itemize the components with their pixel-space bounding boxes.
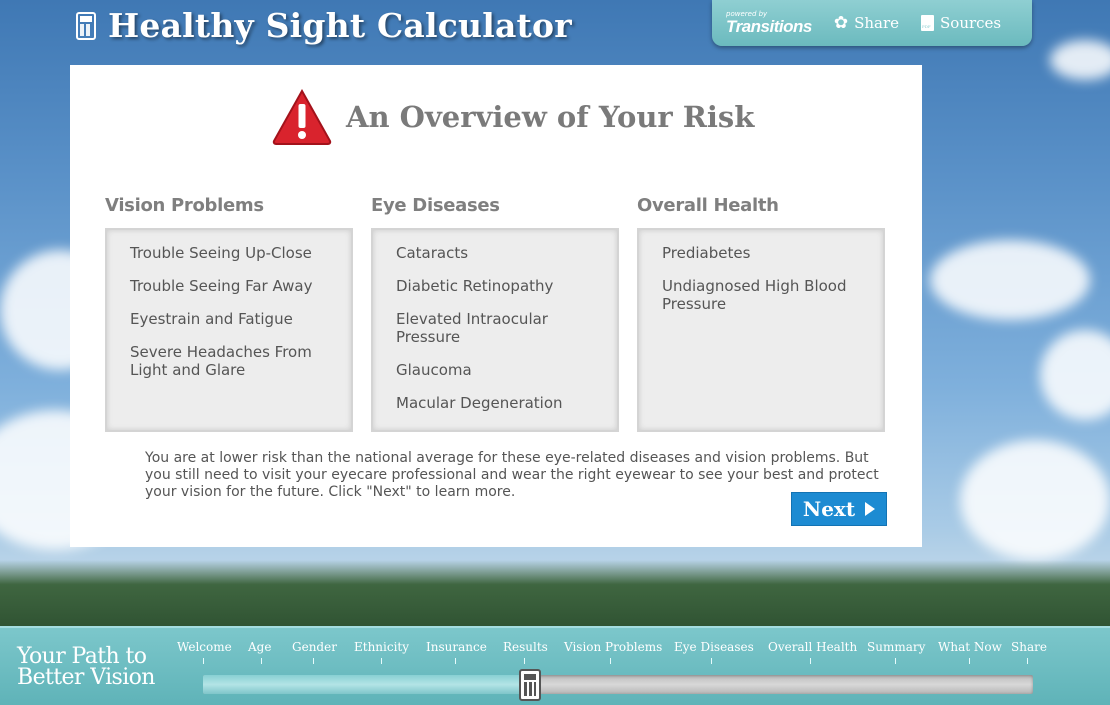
progress-track[interactable]	[203, 669, 1033, 701]
brand-logo[interactable]: powered by Transitions	[726, 11, 812, 36]
column-title: Eye Diseases	[371, 195, 500, 216]
share-label: Share	[854, 14, 900, 32]
tree-line	[0, 560, 1110, 630]
step-vision-problems[interactable]: Vision Problems	[564, 640, 662, 654]
cloud	[1050, 40, 1110, 80]
list-item: Diabetic Retinopathy	[396, 277, 554, 295]
step-age[interactable]: Age	[248, 640, 271, 654]
step-tick	[455, 658, 456, 664]
flower-share-icon: ✿	[833, 13, 849, 33]
path-title: Your Path to Better Vision	[17, 644, 155, 690]
page-title: An Overview of Your Risk	[346, 100, 755, 134]
step-nav: Welcome Age Gender Ethnicity Insurance R…	[170, 640, 1070, 666]
step-share[interactable]: Share	[1011, 640, 1047, 654]
step-ethnicity[interactable]: Ethnicity	[354, 640, 409, 654]
list-item: Prediabetes	[662, 244, 751, 262]
overall-health-column: Overall Health Prediabetes Undiagnosed H…	[637, 195, 885, 432]
step-tick	[261, 658, 262, 664]
step-insurance[interactable]: Insurance	[426, 640, 487, 654]
sources-button[interactable]: Sources	[921, 14, 1001, 32]
list-item: Macular Degeneration	[396, 394, 563, 412]
brand-name: Transitions	[726, 17, 812, 36]
eye-diseases-column: Eye Diseases Cataracts Diabetic Retinopa…	[371, 195, 619, 432]
next-label: Next	[802, 497, 856, 521]
list-item: Severe Headaches From Light and Glare	[130, 343, 312, 379]
step-tick	[381, 658, 382, 664]
share-button[interactable]: ✿ Share	[834, 13, 899, 33]
progress-fill	[203, 675, 527, 694]
top-toolbar: powered by Transitions ✿ Share Sources	[712, 0, 1032, 46]
step-overall-health[interactable]: Overall Health	[768, 640, 857, 654]
column-title: Vision Problems	[105, 195, 264, 216]
cloud	[960, 440, 1110, 560]
step-eye-diseases[interactable]: Eye Diseases	[674, 640, 754, 654]
step-tick	[969, 658, 970, 664]
arrow-right-icon	[865, 502, 876, 516]
path-title-line1: Your Path to	[17, 644, 147, 669]
list-item: Eyestrain and Fatigue	[130, 310, 293, 328]
step-tick	[524, 658, 525, 664]
list-item: Glaucoma	[396, 361, 472, 379]
column-title: Overall Health	[637, 195, 779, 216]
risk-list: Cataracts Diabetic Retinopathy Elevated …	[371, 228, 619, 432]
calculator-slider-handle[interactable]	[518, 669, 541, 701]
calculator-icon	[76, 11, 96, 40]
step-what-now[interactable]: What Now	[938, 640, 1002, 654]
pdf-document-icon	[921, 15, 935, 31]
risk-summary-text: You are at lower risk than the national …	[145, 450, 879, 500]
risk-overview-panel: An Overview of Your Risk Vision Problems…	[70, 65, 922, 547]
list-item: Cataracts	[396, 244, 469, 262]
cloud	[930, 240, 1090, 320]
step-tick	[711, 658, 712, 664]
progress-footer: Your Path to Better Vision Welcome Age G…	[0, 626, 1110, 705]
risk-list: Prediabetes Undiagnosed High Blood Press…	[637, 228, 885, 432]
list-item: Undiagnosed High Blood Pressure	[662, 277, 847, 313]
list-item: Trouble Seeing Far Away	[130, 277, 313, 295]
path-title-line2: Better Vision	[17, 665, 155, 690]
step-tick	[1027, 658, 1028, 664]
step-tick	[895, 658, 896, 664]
list-item: Elevated Intraocular Pressure	[396, 310, 548, 346]
step-tick	[313, 658, 314, 664]
risk-list: Trouble Seeing Up-Close Trouble Seeing F…	[105, 228, 353, 432]
app-header: Healthy Sight Calculator	[76, 6, 572, 45]
step-tick	[203, 658, 204, 664]
cloud	[1040, 330, 1110, 420]
step-tick	[810, 658, 811, 664]
sources-label: Sources	[940, 14, 1002, 32]
step-results[interactable]: Results	[503, 640, 548, 654]
step-welcome[interactable]: Welcome	[177, 640, 232, 654]
panel-heading: An Overview of Your Risk	[272, 89, 754, 145]
step-tick	[610, 658, 611, 664]
app-title: Healthy Sight Calculator	[108, 6, 572, 45]
step-summary[interactable]: Summary	[867, 640, 925, 654]
warning-icon	[272, 89, 332, 145]
next-button[interactable]: Next	[791, 492, 887, 526]
list-item: Trouble Seeing Up-Close	[130, 244, 312, 262]
vision-problems-column: Vision Problems Trouble Seeing Up-Close …	[105, 195, 353, 432]
step-gender[interactable]: Gender	[292, 640, 337, 654]
